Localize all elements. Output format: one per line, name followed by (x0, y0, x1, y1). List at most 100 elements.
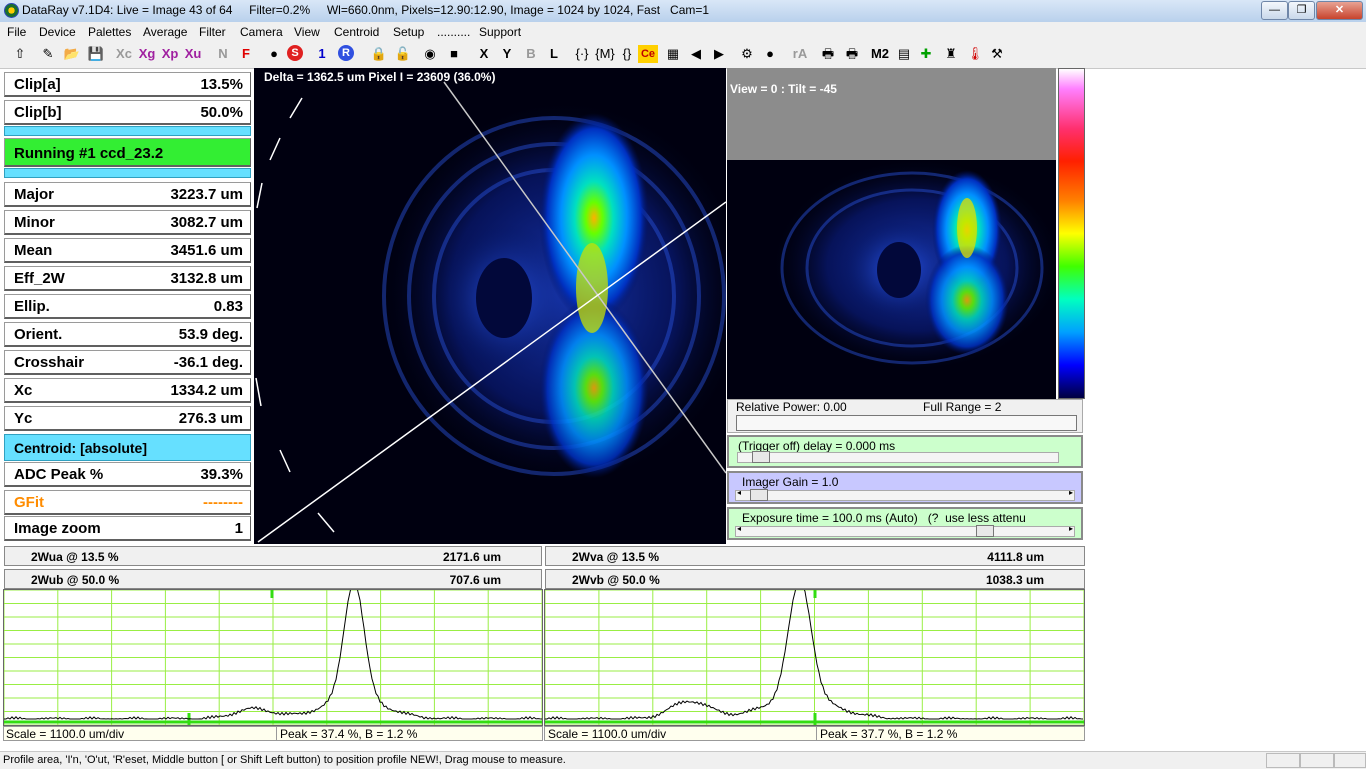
trigger-slider-thumb[interactable] (752, 451, 770, 463)
menu-file[interactable]: File (7, 25, 26, 39)
beam-image-canvas (254, 68, 726, 544)
up-arrow-icon[interactable]: ⇧ (10, 45, 30, 63)
profile-v-width-b[interactable]: 2Wvb @ 50.0 % 1038.3 um (545, 569, 1085, 589)
measurement-row-orient[interactable]: Orient. 53.9 deg. (4, 322, 251, 347)
print-icon[interactable]: 🖶 (818, 45, 838, 63)
measurement-label: Ellip. (14, 298, 50, 315)
measurement-row-yc[interactable]: Yc 276.3 um (4, 406, 251, 431)
stop-icon[interactable]: S (287, 45, 303, 61)
menu-device[interactable]: Device (39, 25, 76, 39)
open-icon[interactable]: 📂 (62, 45, 82, 63)
brace-icon[interactable]: {·} (572, 45, 592, 63)
exposure-slider[interactable]: ◂ ▸ (735, 524, 1075, 537)
target-icon[interactable]: ◉ (420, 45, 440, 63)
menu-more[interactable]: .......... (437, 25, 470, 39)
menu-average[interactable]: Average (143, 25, 187, 39)
menu-camera[interactable]: Camera (240, 25, 283, 39)
save-icon[interactable]: 💾 (86, 45, 106, 63)
beam-image[interactable]: Delta = 1362.5 um Pixel I = 23609 (36.0%… (254, 68, 726, 544)
xu-button[interactable]: Xu (183, 45, 203, 63)
profile-v-plot[interactable] (544, 578, 1085, 726)
menu-view[interactable]: View (294, 25, 320, 39)
adc-peak-row[interactable]: ADC Peak % 39.3% (4, 462, 251, 487)
b-button[interactable]: B (521, 45, 541, 63)
centroid-mode[interactable]: Centroid: [absolute] (4, 434, 251, 461)
trigger-slider[interactable] (737, 451, 1059, 463)
exposure-slider-thumb[interactable] (976, 525, 994, 537)
back-arrow-icon[interactable]: ◀ (686, 45, 706, 63)
record-icon[interactable]: ● (760, 45, 780, 63)
crosshair-icon[interactable]: ✚ (916, 45, 936, 63)
xp-button[interactable]: Xp (160, 45, 180, 63)
measurement-row-mean[interactable]: Mean 3451.6 um (4, 238, 251, 263)
gain-slider[interactable]: ◂ ▸ (735, 488, 1075, 501)
gain-slider-thumb[interactable] (750, 489, 768, 501)
menu-centroid[interactable]: Centroid (334, 25, 379, 39)
profile-v-width-a[interactable]: 2Wva @ 13.5 % 4111.8 um (545, 546, 1085, 566)
measurement-row-xc[interactable]: Xc 1334.2 um (4, 378, 251, 403)
scroll-left-icon[interactable]: ◂ (737, 524, 741, 533)
menu-filter[interactable]: Filter (199, 25, 226, 39)
trigger-panel: (Trigger off) delay = 0.000 ms (727, 435, 1083, 468)
measurement-label: Major (14, 186, 55, 203)
profile-v-footer: Scale = 1100.0 um/div Peak = 37.7 %, B =… (544, 726, 1085, 741)
palette-scale[interactable] (1058, 68, 1085, 399)
measurement-row-eff-2w[interactable]: Eff_2W 3132.8 um (4, 266, 251, 291)
l-button[interactable]: L (544, 45, 564, 63)
brace-empty-icon[interactable]: {} (617, 45, 637, 63)
scroll-left-icon[interactable]: ◂ (737, 488, 741, 497)
tools-icon[interactable]: ⚒ (987, 45, 1007, 63)
measurement-row-ellip[interactable]: Ellip. 0.83 (4, 294, 251, 319)
run-icon[interactable]: R (338, 45, 354, 61)
ra-button[interactable]: rA (790, 45, 810, 63)
profile-u-width-b[interactable]: 2Wub @ 50.0 % 707.6 um (4, 569, 542, 589)
clip-b-row[interactable]: Clip[b] 50.0% (4, 100, 251, 125)
scroll-right-icon[interactable]: ▸ (1069, 488, 1073, 497)
profile-u-plot[interactable] (3, 582, 543, 726)
measurement-row-crosshair[interactable]: Crosshair -36.1 deg. (4, 350, 251, 375)
print2-icon[interactable]: 🖶 (842, 45, 862, 63)
m2-button[interactable]: M2 (870, 45, 890, 63)
close-button[interactable]: ✕ (1316, 1, 1363, 20)
tilt-view[interactable]: View = 0 : Tilt = -45 (727, 68, 1056, 399)
y-button[interactable]: Y (497, 45, 517, 63)
n-button[interactable]: N (213, 45, 233, 63)
grid (3, 589, 543, 726)
exposure-panel: Exposure time = 100.0 ms (Auto) (? use l… (727, 507, 1083, 540)
f-button[interactable]: F (236, 45, 256, 63)
brace-m-icon[interactable]: {M} (595, 45, 615, 63)
app-logo-icon (4, 3, 19, 18)
ce-icon[interactable]: Ce (638, 45, 658, 63)
xg-button[interactable]: Xg (137, 45, 157, 63)
menu-setup[interactable]: Setup (393, 25, 424, 39)
menu-palettes[interactable]: Palettes (88, 25, 131, 39)
scroll-right-icon[interactable]: ▸ (1069, 524, 1073, 533)
menu-support[interactable]: Support (479, 25, 521, 39)
settings-icon[interactable]: ⚙ (737, 45, 757, 63)
profile-u-width-a[interactable]: 2Wua @ 13.5 % 2171.6 um (4, 546, 542, 566)
one-button[interactable]: 1 (312, 45, 332, 63)
thermometer-icon[interactable]: 🌡 (965, 45, 985, 63)
forward-arrow-icon[interactable]: ▶ (709, 45, 729, 63)
measurement-row-minor[interactable]: Minor 3082.7 um (4, 210, 251, 235)
gfit-row[interactable]: GFit -------- (4, 490, 251, 515)
clip-a-row[interactable]: Clip[a] 13.5% (4, 72, 251, 97)
tower-icon[interactable]: ♜ (941, 45, 961, 63)
gray-square-icon[interactable]: ■ (444, 45, 464, 63)
xc-button[interactable]: Xc (114, 45, 134, 63)
maximize-button[interactable]: ❐ (1288, 1, 1315, 20)
centroid-label: Centroid: [absolute] (14, 440, 147, 456)
gray-circle-icon[interactable]: ● (264, 45, 284, 63)
measurement-row-major[interactable]: Major 3223.7 um (4, 182, 251, 207)
x-button[interactable]: X (474, 45, 494, 63)
lock-icon[interactable]: 🔒 (369, 45, 389, 63)
running-status[interactable]: Running #1 ccd_23.2 (4, 138, 251, 167)
unlock-icon[interactable]: 🔓 (393, 45, 413, 63)
u-scale-label: Scale = 1100.0 um/div (6, 727, 125, 741)
image-zoom-row[interactable]: Image zoom 1 (4, 516, 251, 541)
gfit-value: -------- (203, 494, 243, 511)
chart-icon[interactable]: ▤ (894, 45, 914, 63)
minimize-button[interactable]: — (1261, 1, 1288, 20)
grid-icon[interactable]: ▦ (663, 45, 683, 63)
pencil-icon[interactable]: ✎ (38, 45, 58, 63)
